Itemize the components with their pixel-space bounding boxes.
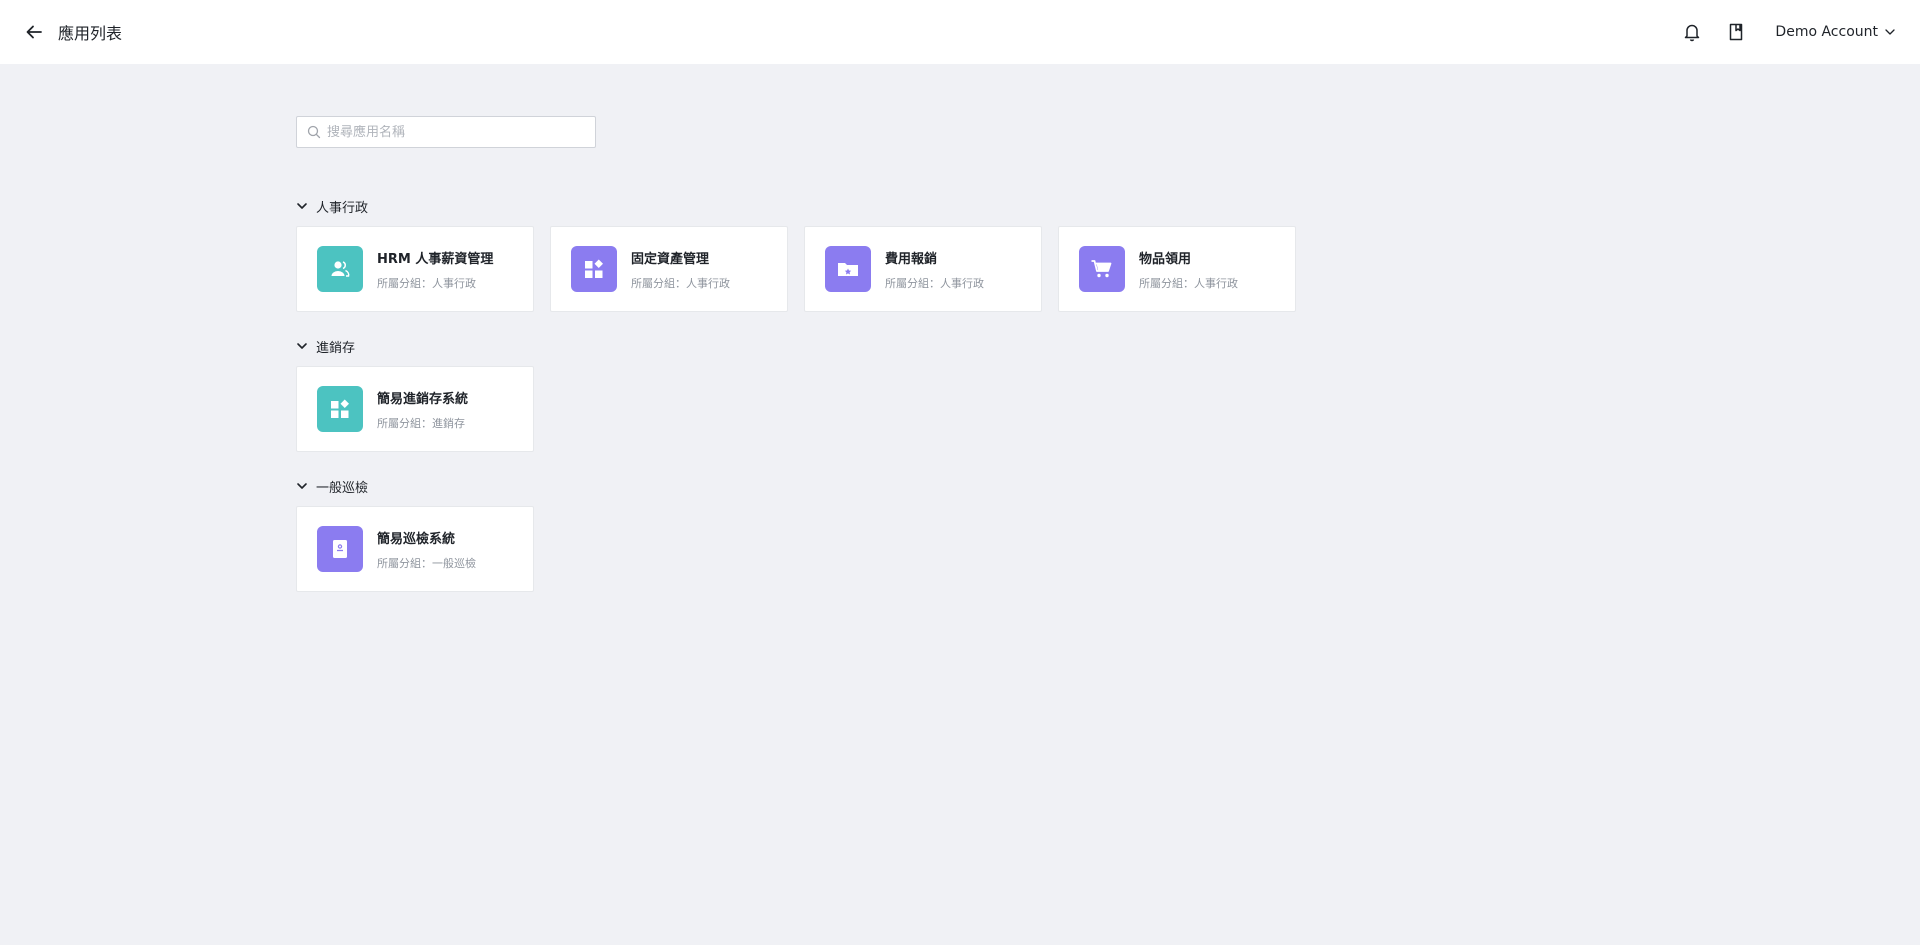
top-bar-right: Demo Account <box>1681 21 1896 43</box>
app-group-label: 所屬分組：進銷存 <box>377 416 465 430</box>
group-title: 人事行政 <box>316 200 369 216</box>
app-card-text: 物品領用 所屬分組：人事行政 <box>1139 248 1238 291</box>
app-card-text: 固定資產管理 所屬分組：人事行政 <box>631 248 730 291</box>
app-card[interactable]: 物品領用 所屬分組：人事行政 <box>1058 226 1296 312</box>
group-header[interactable]: 人事行政 <box>296 196 1296 216</box>
app-group-label: 所屬分組：人事行政 <box>631 276 730 290</box>
search-input[interactable] <box>327 124 585 140</box>
app-name: HRM 人事薪資管理 <box>377 251 494 267</box>
app-group-label: 所屬分組：人事行政 <box>885 276 984 290</box>
app-card-list: 簡易進銷存系統 所屬分組：進銷存 <box>296 366 1296 452</box>
group-header[interactable]: 進銷存 <box>296 336 1296 356</box>
user-group-icon <box>317 246 363 292</box>
widgets-icon <box>317 386 363 432</box>
app-card[interactable]: 簡易巡檢系統 所屬分組：一般巡檢 <box>296 506 534 592</box>
clipboard-icon <box>317 526 363 572</box>
search-box[interactable] <box>296 116 596 148</box>
account-menu[interactable]: Demo Account <box>1775 24 1896 40</box>
app-card[interactable]: 費用報銷 所屬分組：人事行政 <box>804 226 1042 312</box>
app-card-text: 簡易巡檢系統 所屬分組：一般巡檢 <box>377 528 476 571</box>
app-card-text: 簡易進銷存系統 所屬分組：進銷存 <box>377 388 468 431</box>
page-title: 應用列表 <box>58 24 123 43</box>
bookmark-book-icon[interactable] <box>1725 21 1747 43</box>
app-group-label: 所屬分組：人事行政 <box>1139 276 1238 290</box>
group-header[interactable]: 一般巡檢 <box>296 476 1296 496</box>
app-card[interactable]: HRM 人事薪資管理 所屬分組：人事行政 <box>296 226 534 312</box>
chevron-down-icon <box>297 203 307 209</box>
app-card[interactable]: 固定資產管理 所屬分組：人事行政 <box>550 226 788 312</box>
group-title: 進銷存 <box>316 340 356 356</box>
app-card-text: 費用報銷 所屬分組：人事行政 <box>885 248 984 291</box>
app-group-label: 所屬分組：一般巡檢 <box>377 556 476 570</box>
top-bar-left: 應用列表 <box>24 20 122 44</box>
account-name: Demo Account <box>1775 24 1878 40</box>
group-inspection: 一般巡檢 簡易巡檢系統 所屬分組：一般巡檢 <box>296 476 1296 592</box>
folder-icon <box>825 246 871 292</box>
chevron-down-icon <box>297 483 307 489</box>
app-group-label: 所屬分組：人事行政 <box>377 276 476 290</box>
group-title: 一般巡檢 <box>316 480 369 496</box>
main-content: 人事行政 HRM 人事薪資管理 所屬分組：人事行政 固定資產管理 所屬分組：人事… <box>296 116 1296 592</box>
chevron-down-icon <box>1885 29 1895 35</box>
app-name: 固定資產管理 <box>631 251 710 267</box>
top-bar: 應用列表 Demo Account <box>0 0 1920 64</box>
bell-icon[interactable] <box>1681 21 1703 43</box>
group-hr-admin: 人事行政 HRM 人事薪資管理 所屬分組：人事行政 固定資產管理 所屬分組：人事… <box>296 196 1296 312</box>
app-card-list: HRM 人事薪資管理 所屬分組：人事行政 固定資產管理 所屬分組：人事行政 費用… <box>296 226 1296 312</box>
app-name: 費用報銷 <box>885 251 938 267</box>
app-name: 物品領用 <box>1139 251 1192 267</box>
back-arrow-icon[interactable] <box>24 22 44 42</box>
app-name: 簡易進銷存系統 <box>377 391 469 407</box>
app-card-list: 簡易巡檢系統 所屬分組：一般巡檢 <box>296 506 1296 592</box>
app-card-text: HRM 人事薪資管理 所屬分組：人事行政 <box>377 248 493 291</box>
widgets-icon <box>571 246 617 292</box>
cart-icon <box>1079 246 1125 292</box>
app-card[interactable]: 簡易進銷存系統 所屬分組：進銷存 <box>296 366 534 452</box>
search-icon <box>307 125 321 139</box>
chevron-down-icon <box>297 343 307 349</box>
app-name: 簡易巡檢系統 <box>377 531 456 547</box>
group-inventory: 進銷存 簡易進銷存系統 所屬分組：進銷存 <box>296 336 1296 452</box>
